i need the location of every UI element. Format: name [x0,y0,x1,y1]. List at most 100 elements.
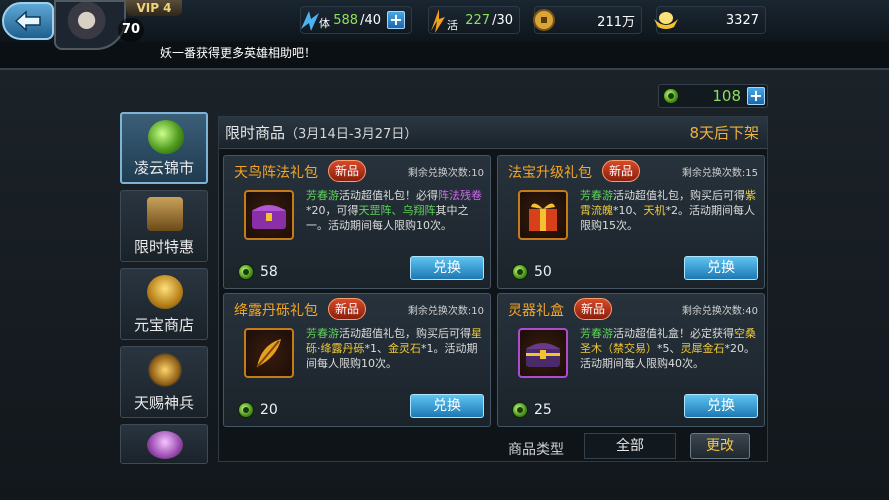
vigor-label: 活 [447,19,458,32]
change-filter-button[interactable]: 更改 [690,433,750,459]
vip-badge[interactable]: VIP 4 [126,0,182,16]
description-segment: 天机 [643,204,666,217]
vigor-value: 227 [465,12,491,28]
item-price: 58 [238,264,278,280]
item-slot[interactable] [518,190,568,240]
exchange-button[interactable]: 兑换 [410,394,484,418]
item-description: 芳春游活动超值礼包，购买后可得星砾·绛露丹砾*1、金灵石*1。活动期间每人限购1… [306,326,484,371]
shop-countdown: 8天后下架 [689,124,759,142]
item-name: 灵器礼盒 [508,303,564,319]
new-badge: 新品 [328,298,367,320]
description-segment: *20，可得 [306,204,359,217]
remaining-count: 剩余兑换次数:10 [407,168,484,179]
shop-content: 限时商品（3月14日-3月27日） 8天后下架 天鸟阵法礼包 新品 剩余兑换次数… [218,116,768,462]
item-name: 天鸟阵法礼包 [234,165,318,181]
price-value: 25 [534,402,552,418]
shop-item-card: 法宝升级礼包 新品 剩余兑换次数:15 芳春游活动超值礼包，购买后可得紫霄流魄*… [497,155,765,289]
exchange-button[interactable]: 兑换 [410,256,484,280]
sidebar-item-ingot-shop[interactable]: 元宝商店 [120,268,208,340]
description-segment: 芳春游 [580,189,613,202]
gold-chest-icon [526,343,560,367]
description-segment: 绛露丹砾 [320,342,365,355]
ingots-resource: 3327 [654,6,766,34]
shop-item-card: 天鸟阵法礼包 新品 剩余兑换次数:10 芳春游活动超值礼包！必得阵法残卷 *20，… [223,155,491,289]
filter-bar: 商品类型 全部 更改 [218,430,768,462]
filter-label: 商品类型 [508,442,564,458]
add-gem-button[interactable]: + [747,87,765,105]
shop-date-range: （3月14日-3月27日） [285,127,418,142]
remaining-count: 剩余兑换次数:10 [407,306,484,317]
item-price: 50 [512,264,552,280]
gem-balance-value: 108 [712,87,741,105]
coin-icon [529,5,559,35]
jade-gem-icon [512,402,528,418]
item-description: 芳春游活动超值礼包，购买后可得紫霄流魄*10、天机*2。活动期间每人限购15次。 [580,188,758,233]
shop-item-card: 灵器礼盒 新品 剩余兑换次数:40 芳春游活动超值礼盒！必定获得空桑圣木（禁交易… [497,293,765,427]
description-segment: 灵犀金石 [680,342,725,355]
sidebar-item-label: 元宝商店 [133,316,194,334]
description-segment: 天罡阵、乌翔阵 [358,204,436,217]
jade-gem-icon [238,402,254,418]
description-segment: *10、 [613,204,644,217]
back-arrow-icon [14,10,41,32]
coins-value: 211万 [597,14,635,30]
price-value: 58 [260,264,278,280]
item-name: 法宝升级礼包 [508,165,592,181]
new-badge: 新品 [574,298,613,320]
sidebar-item-more[interactable] [120,424,208,464]
item-name: 绛露丹砾礼包 [234,303,318,319]
shop-sidebar: 凌云锦市 限时特惠 元宝商店 天赐神兵 [120,112,210,464]
gift-box-icon [529,203,557,231]
description-segment: 芳春游 [580,327,613,340]
item-price: 20 [238,402,278,418]
sidebar-item-label: 限时特惠 [133,238,194,256]
exchange-button[interactable]: 兑换 [684,256,758,280]
description-segment: *1、 [364,342,389,355]
remaining-count: 剩余兑换次数:15 [681,168,758,179]
description-segment: 芳春游 [306,327,339,340]
price-value: 20 [260,402,278,418]
description-segment: 活动超值礼包，购买后可得 [613,189,745,202]
description-segment: 活动超值礼包！必得 [339,189,438,202]
purple-chest-icon [252,205,286,229]
description-segment: 活动超值礼包，购买后可得 [339,327,471,340]
shop-header: 限时商品（3月14日-3月27日） 8天后下架 [219,117,767,149]
pot-icon [147,431,183,459]
jade-gem-icon [238,264,254,280]
scrolling-notice: 妖一番获得更多英雄相助吧！ [160,46,317,60]
ingot-icon [651,5,681,35]
jade-gem-icon [512,264,528,280]
treasure-pot-icon [147,275,183,309]
gem-balance: 108 + [658,84,768,108]
item-slot[interactable] [244,190,294,240]
player-avatar[interactable] [54,0,126,50]
filter-value[interactable]: 全部 [584,433,676,459]
sidebar-item-lingyun-market[interactable]: 凌云锦市 [120,112,208,184]
description-segment: 金灵石 [388,342,421,355]
new-badge: 新品 [328,160,367,182]
item-slot[interactable] [518,328,568,378]
description-segment: 阵法残卷 [438,189,482,202]
stamina-label: 体 [319,17,330,30]
sidebar-item-label: 凌云锦市 [133,159,194,177]
item-slot[interactable] [244,328,294,378]
sidebar-item-limited-deals[interactable]: 限时特惠 [120,190,208,262]
jade-gem-icon [663,88,679,104]
sidebar-item-label: 天赐神兵 [133,394,194,412]
item-description: 芳春游活动超值礼包！必得阵法残卷*20，可得天罡阵、乌翔阵其中之一。活动期间每人… [306,188,484,233]
sidebar-item-divine-weapons[interactable]: 天赐神兵 [120,346,208,418]
back-button[interactable] [2,2,54,40]
vigor-resource: 活 227 /30 [428,6,520,34]
add-stamina-button[interactable]: + [387,11,405,29]
top-bar: VIP 4 70 体 588 /40 + 活 227 /30 211万 3327 [0,0,889,50]
exchange-button[interactable]: 兑换 [684,394,758,418]
price-value: 50 [534,264,552,280]
ingots-value: 3327 [725,12,759,28]
description-segment: *5、 [657,342,681,355]
description-segment: 活动超值礼盒！必定获得 [613,327,734,340]
feather-icon [256,339,281,368]
player-level: 70 [118,18,144,42]
item-description: 芳春游活动超值礼盒！必定获得空桑圣木（禁交易）*5、灵犀金石*20。活动期间每人… [580,326,758,371]
stamina-value: 588 [333,12,359,28]
description-segment: 芳春游 [306,189,339,202]
